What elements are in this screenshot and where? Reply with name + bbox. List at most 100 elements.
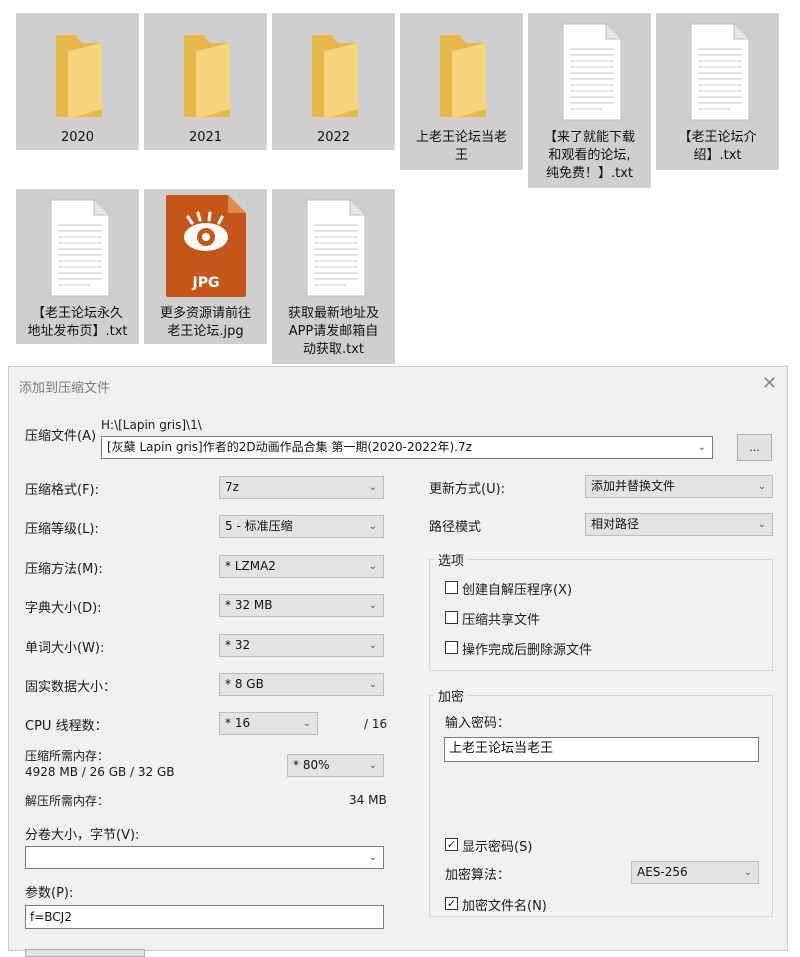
show-password-label: 显示密码(S)	[462, 840, 533, 855]
dict-label: 字典大小(D):	[25, 601, 102, 616]
jpg-badge-label: JPG	[192, 275, 220, 291]
file-name-line: 上老王论坛当老	[415, 130, 507, 145]
mem-decompress-value: 34 MB	[349, 793, 387, 807]
mem-compress-label: 压缩所需内存：	[25, 749, 110, 763]
options-group-title: 选项	[435, 550, 468, 569]
encrypt-method-combo[interactable]: AES-256 ⌄	[631, 861, 759, 884]
sfx-checkbox[interactable]	[445, 581, 458, 594]
chevron-down-icon: ⌄	[757, 481, 766, 492]
file-tile-txt-intro[interactable]: 【老王论坛介 绍】.txt	[656, 13, 779, 170]
threads-combo[interactable]: * 16 ⌄	[219, 712, 318, 735]
file-tile-2020[interactable]: 2020	[16, 13, 139, 150]
params-input[interactable]: f=BCJ2	[25, 905, 384, 929]
file-name: 更多资源请前往 老王论坛.jpg	[148, 305, 263, 341]
options-button[interactable]	[25, 949, 145, 957]
file-name: 【来了就能下载 和观看的论坛, 纯免费！】.txt	[532, 129, 647, 183]
folder-icon	[184, 35, 230, 119]
update-combo[interactable]: 添加并替换文件 ⌄	[585, 475, 773, 498]
file-name-line: 绍】.txt	[693, 148, 742, 163]
chevron-down-icon: ⌄	[757, 519, 766, 530]
chevron-down-icon: ⌄	[697, 442, 706, 453]
dict-combo[interactable]: * 32 MB ⌄	[219, 594, 384, 617]
text-document-icon	[562, 23, 622, 121]
word-value: * 32	[225, 638, 251, 652]
method-label: 压缩方法(M):	[25, 562, 103, 577]
chevron-down-icon: ⌄	[368, 760, 377, 771]
file-tile-jpg[interactable]: JPG 更多资源请前往 老王论坛.jpg	[144, 189, 267, 344]
format-combo[interactable]: 7z ⌄	[219, 476, 384, 499]
archive-path: H:\[Lapin gris]\1\	[101, 418, 202, 432]
shared-files-checkbox[interactable]	[445, 611, 458, 624]
split-label: 分卷大小，字节(V):	[25, 828, 140, 843]
file-tile-2022[interactable]: 2022	[272, 13, 395, 150]
chevron-down-icon: ⌄	[368, 482, 377, 493]
password-input[interactable]: 上老王论坛当老王	[444, 737, 759, 762]
encrypt-names-checkbox[interactable]: ✓	[445, 897, 458, 910]
archive-name-combo[interactable]: [灰蘖 Lapin gris]作者的2D动画作品合集 第一期(2020-2022…	[101, 436, 713, 459]
format-label: 压缩格式(F):	[25, 483, 100, 498]
encryption-group-title: 加密	[435, 686, 468, 705]
level-combo[interactable]: 5 - 标准压缩 ⌄	[219, 515, 384, 538]
chevron-down-icon: ⌄	[368, 679, 377, 690]
close-icon[interactable]: ✕	[762, 373, 777, 394]
file-name-line: 【来了就能下载	[543, 130, 635, 145]
file-tile-2021[interactable]: 2021	[144, 13, 267, 150]
threads-max: / 16	[364, 717, 388, 731]
format-value: 7z	[225, 480, 239, 494]
solid-label: 固实数据大小：	[25, 680, 117, 695]
folder-icon	[312, 35, 358, 119]
delete-source-checkbox[interactable]	[445, 641, 458, 654]
add-to-archive-dialog: 添加到压缩文件 ✕ 压缩文件(A) H:\[Lapin gris]\1\ [灰蘖…	[8, 366, 788, 957]
pathmode-value: 相对路径	[591, 517, 640, 531]
chevron-down-icon: ⌄	[368, 852, 377, 863]
file-tile-txt-download[interactable]: 【来了就能下载 和观看的论坛, 纯免费！】.txt	[528, 13, 651, 188]
file-name-line: 动获取.txt	[302, 342, 365, 357]
archive-name-value: [灰蘖 Lapin gris]作者的2D动画作品合集 第一期(2020-2022…	[107, 440, 472, 454]
folder-icon	[440, 35, 486, 119]
params-label: 参数(P):	[25, 886, 74, 901]
file-tile-laowang-folder[interactable]: 上老王论坛当老 王	[400, 13, 523, 170]
file-name: 【老王论坛永久 地址发布页】.txt	[20, 305, 135, 341]
update-label: 更新方式(U):	[429, 482, 506, 497]
file-name: 2021	[188, 130, 223, 145]
browse-button[interactable]: ...	[737, 434, 772, 461]
chevron-down-icon: ⌄	[302, 718, 311, 729]
update-value: 添加并替换文件	[591, 479, 676, 493]
file-name-line: 和观看的论坛,	[548, 148, 631, 163]
folder-icon	[56, 35, 102, 119]
encrypt-method-label: 加密算法：	[445, 868, 511, 883]
pathmode-combo[interactable]: 相对路径 ⌄	[585, 513, 773, 536]
solid-combo[interactable]: * 8 GB ⌄	[219, 673, 384, 696]
encrypt-method-value: AES-256	[637, 865, 688, 879]
password-label: 输入密码：	[445, 716, 511, 731]
file-name-line: 【老王论坛介	[678, 130, 757, 145]
dict-value: * 32 MB	[225, 598, 273, 612]
mem-usage-combo[interactable]: * 80% ⌄	[287, 754, 384, 777]
file-name-line: 【老王论坛永久	[31, 306, 123, 321]
mem-decompress-label: 解压所需内存：	[25, 794, 110, 808]
threads-label: CPU 线程数：	[25, 719, 108, 734]
dialog-title: 添加到压缩文件	[19, 381, 111, 396]
file-name-line: 纯免费！】.txt	[545, 166, 634, 181]
file-tile-txt-email[interactable]: 获取最新地址及 APP请发邮箱自 动获取.txt	[272, 189, 395, 364]
method-combo[interactable]: * LZMA2 ⌄	[219, 555, 384, 578]
file-name: 获取最新地址及 APP请发邮箱自 动获取.txt	[276, 305, 391, 359]
mem-compress-detail: 4928 MB / 26 GB / 32 GB	[25, 765, 175, 779]
level-value: 5 - 标准压缩	[225, 519, 293, 533]
chevron-down-icon: ⌄	[368, 600, 377, 611]
sfx-label: 创建自解压程序(X)	[462, 583, 573, 598]
file-tile-txt-address[interactable]: 【老王论坛永久 地址发布页】.txt	[16, 189, 139, 344]
file-name-line: 更多资源请前往	[159, 306, 251, 321]
split-combo[interactable]: ⌄	[25, 846, 384, 869]
word-combo[interactable]: * 32 ⌄	[219, 634, 384, 657]
delete-source-label: 操作完成后删除源文件	[462, 643, 593, 658]
shared-files-label: 压缩共享文件	[462, 613, 541, 628]
mem-usage-value: * 80%	[293, 758, 330, 772]
file-name-line: 地址发布页】.txt	[27, 324, 128, 339]
method-value: * LZMA2	[225, 559, 276, 573]
show-password-checkbox[interactable]: ✓	[445, 838, 458, 851]
pathmode-label: 路径模式	[429, 520, 482, 535]
solid-value: * 8 GB	[225, 677, 264, 691]
file-name-line: APP请发邮箱自	[288, 324, 379, 339]
threads-value: * 16	[225, 716, 251, 730]
